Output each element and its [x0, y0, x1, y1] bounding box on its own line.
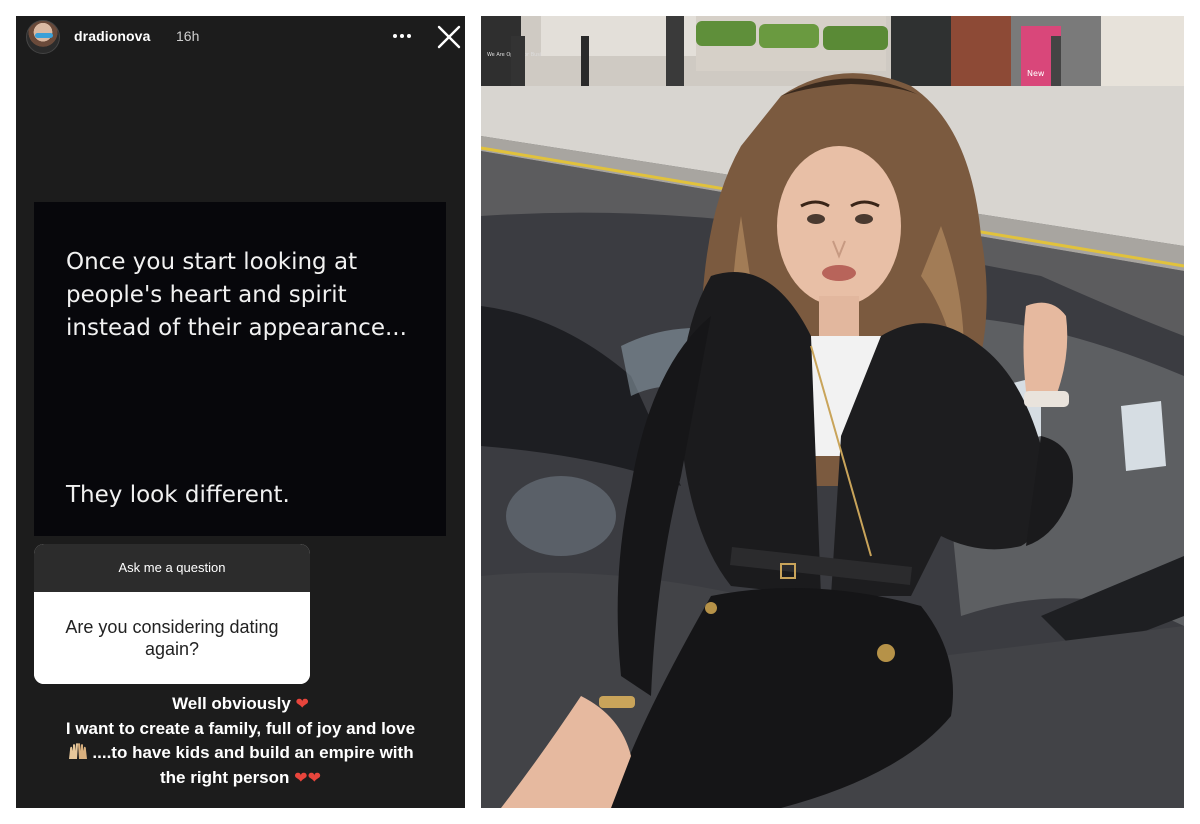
reply-line-4: the right person ❤❤ — [16, 766, 465, 791]
left-eye — [807, 214, 825, 224]
reply-line-4-text: the right person — [160, 767, 290, 787]
username[interactable]: dradionova — [74, 28, 150, 44]
planter-bush-1 — [696, 21, 756, 46]
reply-line-2: I want to create a family, full of joy a… — [65, 718, 416, 738]
neck — [819, 296, 859, 336]
reply-caption: Well obviously ❤ I want to create a fami… — [16, 692, 465, 790]
reflection-window-2 — [1121, 401, 1166, 471]
poster-text: New — [1027, 69, 1045, 78]
reply-line-3-text: ....to have kids and build an empire wit… — [92, 743, 414, 762]
question-sticker-header: Ask me a question — [34, 544, 310, 592]
reply-line-1-text: Well obviously — [172, 694, 291, 713]
trouser-button — [877, 644, 895, 662]
reply-line-3: ....to have kids and build an empire wit… — [16, 741, 465, 766]
heart-icon: ❤ — [294, 767, 308, 787]
wristwatch — [1024, 391, 1069, 407]
more-horizontal-icon[interactable] — [390, 26, 414, 46]
close-icon[interactable] — [436, 24, 462, 50]
door-frame — [666, 16, 684, 96]
planter-bush-2 — [759, 24, 819, 48]
story-header: dradionova 16h — [16, 16, 465, 60]
heart-icon: ❤ — [295, 694, 309, 713]
collage: dradionova 16h Once you start looking at… — [0, 0, 1200, 824]
quote-image: Once you start looking at people's heart… — [34, 202, 446, 536]
bracelet — [599, 696, 635, 708]
photo-illustration: We Are Open For Business New — [481, 16, 1184, 808]
avatar-glasses — [35, 33, 53, 38]
post-time: 16h — [176, 28, 200, 44]
quote-line-1: Once you start looking at — [66, 249, 358, 275]
profile-avatar[interactable] — [26, 20, 60, 54]
story-panel: dradionova 16h Once you start looking at… — [16, 16, 465, 808]
photo-woman-on-car: We Are Open For Business New — [481, 16, 1184, 808]
planter-bush-3 — [823, 26, 888, 50]
heart-icon: ❤ — [307, 767, 321, 787]
lips — [822, 265, 856, 281]
quote-line-2: people's heart and spirit — [66, 282, 347, 308]
reply-line-1: Well obviously ❤ — [16, 692, 465, 717]
side-mirror — [506, 476, 616, 556]
face — [777, 146, 901, 306]
question-text: Are you considering dating again? — [65, 617, 279, 659]
question-sticker-body: Are you considering dating again? — [34, 592, 310, 684]
question-sticker[interactable]: Ask me a question Are you considering da… — [34, 544, 310, 684]
quote-line-4: They look different. — [66, 482, 290, 508]
pocket-button — [705, 602, 717, 614]
raised-hands-icon — [67, 741, 89, 766]
right-eye — [855, 214, 873, 224]
quote-line-3: instead of their appearance... — [66, 315, 407, 341]
